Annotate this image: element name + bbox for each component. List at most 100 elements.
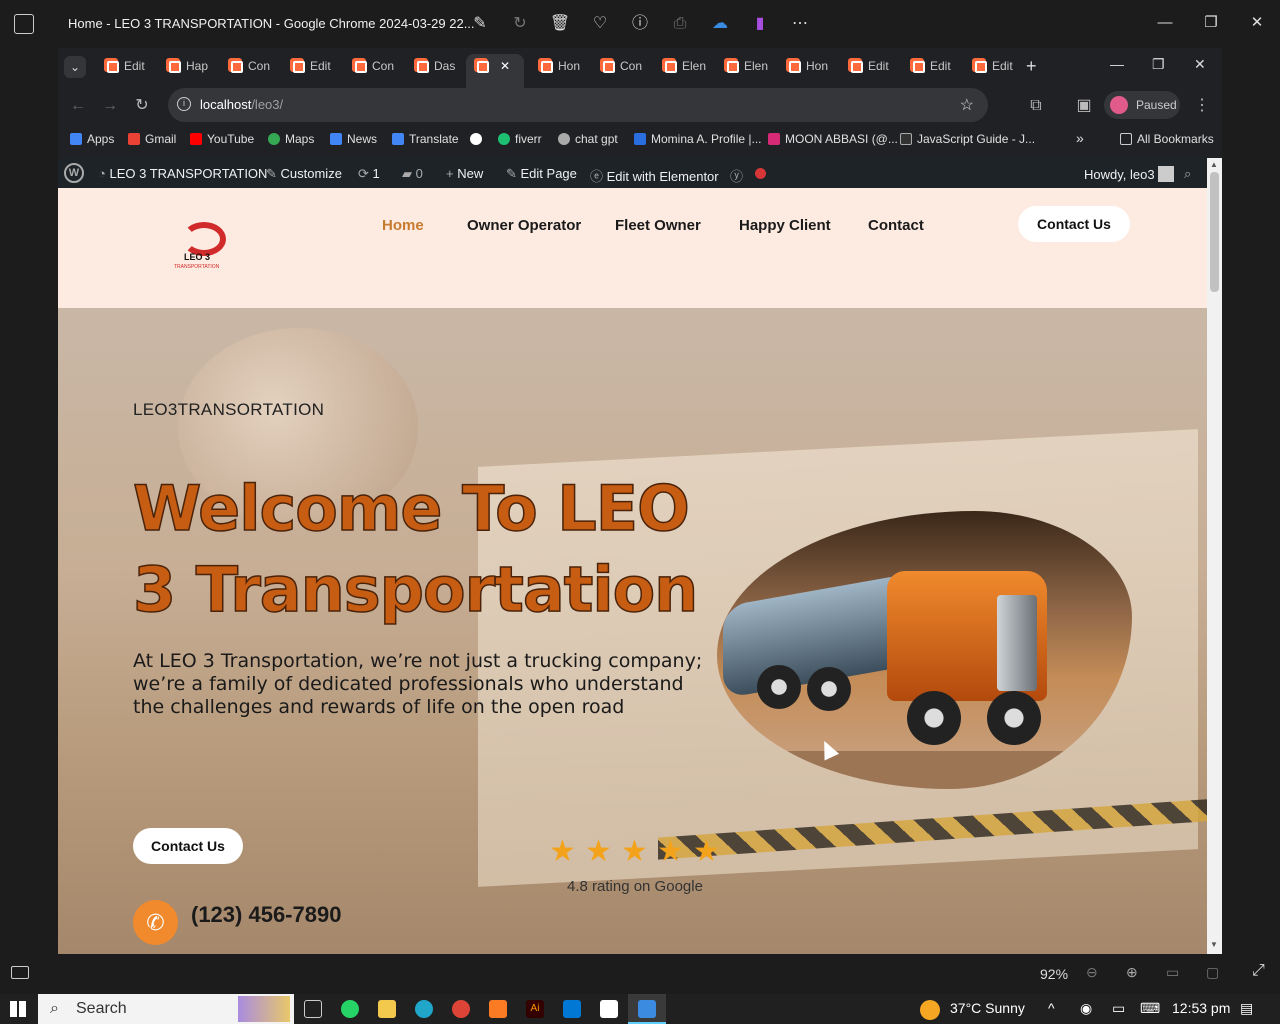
tab[interactable]: Con (220, 54, 282, 84)
capcut-icon[interactable] (600, 1000, 618, 1018)
nav-happy-client[interactable]: Happy Client (739, 217, 831, 234)
bookmark-news[interactable]: News (330, 132, 377, 146)
tab[interactable]: Elen (716, 54, 778, 84)
tab[interactable]: Hap (158, 54, 220, 84)
phone-icon[interactable]: ✆ (133, 900, 178, 945)
tab[interactable]: Edit (964, 54, 1026, 84)
nav-fleet-owner[interactable]: Fleet Owner (615, 217, 701, 234)
bookmark-moon[interactable]: MOON ABBASI (@... (768, 132, 898, 146)
bookmark-apps[interactable]: Apps (70, 132, 114, 146)
zoom-out-icon[interactable]: ⊖ (1086, 964, 1098, 981)
wp-new[interactable]: + New (446, 166, 483, 181)
reload-icon[interactable]: ↻ (132, 96, 152, 116)
wp-elementor[interactable]: ⓔ Edit with Elementor (590, 166, 719, 185)
chrome-minimize-icon[interactable]: — (1110, 56, 1124, 72)
url-text[interactable]: localhost/leo3/ (200, 97, 283, 112)
tray-chevron-icon[interactable]: ^ (1048, 1000, 1055, 1016)
tab[interactable]: Con (344, 54, 406, 84)
nav-home[interactable]: Home (382, 217, 424, 234)
actual-size-icon[interactable]: ▢ (1206, 964, 1219, 981)
back-icon[interactable]: ← (68, 96, 88, 116)
edge-icon[interactable] (415, 1000, 433, 1018)
extensions-icon[interactable]: ⧉ (1026, 96, 1046, 116)
task-view-icon[interactable] (304, 1000, 322, 1018)
header-contact-button[interactable]: Contact Us (1018, 206, 1130, 242)
profile-button[interactable]: Paused (1104, 91, 1180, 119)
taskbar-search[interactable]: ⌕ Search (38, 994, 294, 1024)
more-icon[interactable]: ⋯ (788, 12, 812, 36)
wp-updates[interactable]: ⟳ 1 (358, 166, 380, 182)
zoom-in-icon[interactable]: ⊕ (1126, 964, 1138, 981)
weather-text[interactable]: 37°C Sunny (950, 1000, 1025, 1016)
side-panel-icon[interactable]: ▣ (1074, 96, 1094, 116)
wp-comments[interactable]: ▰ 0 (402, 166, 423, 182)
wp-customize[interactable]: ✎ Customize (266, 166, 342, 182)
forward-icon[interactable]: → (100, 96, 120, 116)
vscode-icon[interactable] (563, 1000, 581, 1018)
xampp-taskbar-icon[interactable] (489, 1000, 507, 1018)
edit-icon[interactable]: ✎ (468, 12, 492, 36)
tab[interactable]: Edit (282, 54, 344, 84)
wordpress-icon[interactable]: W (64, 163, 84, 183)
menu-dots-icon[interactable]: ⋮ (1192, 96, 1212, 116)
print-icon[interactable]: ⎙ (668, 12, 692, 36)
clipchamp-icon[interactable]: ▮ (748, 12, 772, 36)
scroll-down-icon[interactable]: ▼ (1210, 940, 1218, 949)
tab[interactable]: Elen (654, 54, 716, 84)
wp-search-icon[interactable]: ⌕ (1184, 166, 1191, 182)
whatsapp-icon[interactable] (341, 1000, 359, 1018)
scroll-up-icon[interactable]: ▲ (1210, 160, 1218, 169)
tab[interactable]: Hon (778, 54, 840, 84)
bookmark-javascript[interactable]: JavaScript Guide - J... (900, 132, 1035, 146)
tab[interactable]: Edit (840, 54, 902, 84)
info-icon[interactable]: ⓘ (628, 12, 652, 36)
file-explorer-icon[interactable] (378, 1000, 396, 1018)
bookmark-star-icon[interactable]: ☆ (960, 95, 974, 115)
record-icon[interactable]: ◉ (1080, 1000, 1092, 1017)
rotate-icon[interactable]: ↻ (508, 12, 532, 36)
tab[interactable]: Das (406, 54, 468, 84)
favorite-icon[interactable]: ♡ (588, 12, 612, 36)
tab-close-icon[interactable]: ✕ (500, 59, 510, 73)
tab[interactable]: Con (592, 54, 654, 84)
bookmark-gmail[interactable]: Gmail (128, 132, 176, 146)
fullscreen-icon[interactable]: ⤢ (1252, 962, 1265, 980)
address-bar[interactable]: i localhost/leo3/ ☆ (168, 88, 988, 122)
tab[interactable]: Edit (902, 54, 964, 84)
clock-time[interactable]: 12:53 pm (1172, 1000, 1230, 1016)
chrome-restore-icon[interactable]: ❐ (1152, 56, 1165, 73)
filmstrip-icon[interactable] (11, 966, 29, 979)
maximize-button[interactable]: ❐ (1196, 8, 1226, 38)
tab-active[interactable]: ✕ (466, 54, 524, 88)
bookmark-maps[interactable]: Maps (268, 132, 314, 146)
bookmark-momina[interactable]: Momina A. Profile |... (634, 132, 762, 146)
site-logo[interactable]: LEO 3 TRANSPORTATION (174, 222, 230, 272)
nav-contact[interactable]: Contact (868, 217, 924, 234)
chrome-close-icon[interactable]: ✕ (1194, 56, 1206, 73)
tab[interactable]: Hon (530, 54, 592, 84)
onedrive-icon[interactable]: ☁ (708, 12, 732, 36)
illustrator-icon[interactable]: Ai (526, 1000, 544, 1018)
wp-site-name[interactable]: ◔ LEO 3 TRANSPORTATION (98, 166, 267, 181)
site-info-icon[interactable]: i (177, 97, 191, 111)
page-scrollbar[interactable]: ▲ ▼ (1207, 158, 1222, 954)
chrome-icon[interactable] (452, 1000, 470, 1018)
delete-icon[interactable]: 🗑 (548, 12, 572, 36)
bookmark-google[interactable] (470, 132, 487, 146)
bookmark-fiverr[interactable]: fiverr (498, 132, 542, 146)
fit-window-icon[interactable]: ▭ (1166, 964, 1179, 981)
tab[interactable]: Edit (96, 54, 158, 84)
minimize-button[interactable]: — (1150, 8, 1180, 38)
keyboard-icon[interactable]: ⌨ (1140, 1000, 1160, 1017)
bookmark-chatgpt[interactable]: chat gpt (558, 132, 618, 146)
new-tab-icon[interactable]: + (1026, 56, 1037, 77)
wp-howdy[interactable]: Howdy, leo3 (1084, 166, 1175, 182)
notifications-icon[interactable]: ▤ (1240, 1000, 1253, 1017)
bookmark-youtube[interactable]: YouTube (190, 132, 254, 146)
hero-contact-button[interactable]: Contact Us (133, 828, 243, 864)
battery-icon[interactable]: ▭ (1112, 1000, 1125, 1017)
bookmark-translate[interactable]: Translate (392, 132, 459, 146)
bookmarks-overflow-icon[interactable]: » (1076, 130, 1084, 146)
yoast-icon[interactable]: ⓨ (730, 166, 743, 185)
windows-start-icon[interactable] (10, 1001, 26, 1017)
